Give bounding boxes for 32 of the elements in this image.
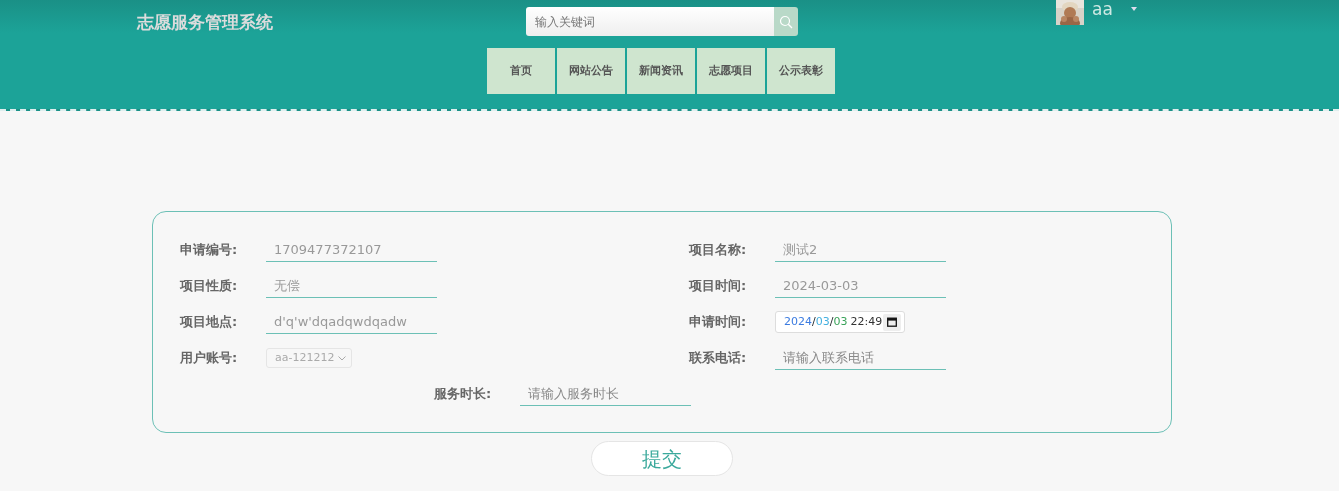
field-label: 用户账号:	[180, 349, 239, 368]
nav-link[interactable]: 首页	[487, 48, 555, 94]
input-field[interactable]: d'q'w'dqadqwdqadw	[266, 310, 437, 334]
field-label: 项目地点:	[180, 313, 239, 332]
site-title: 志愿服务管理系统	[137, 11, 273, 34]
submit-button[interactable]: 提交	[591, 441, 733, 476]
caret-icon[interactable]	[1130, 7, 1137, 11]
search-icon	[779, 14, 793, 29]
field-label: 项目时间:	[689, 277, 748, 296]
input-field[interactable]: 测试2	[775, 238, 946, 262]
nav-link[interactable]: 公示表彰	[767, 48, 835, 94]
nav-link[interactable]: 志愿项目	[697, 48, 765, 94]
input-field[interactable]: 请输入联系电话	[775, 346, 946, 370]
field-label: 项目名称:	[689, 241, 748, 260]
nav-link[interactable]: 网站公告	[557, 48, 625, 94]
field-label: 申请编号:	[180, 241, 239, 260]
search-field[interactable]: 输入关键词	[526, 7, 774, 36]
nav-link[interactable]: 新闻资讯	[627, 48, 695, 94]
chevron-icon	[338, 355, 347, 361]
field-label: 申请时间:	[689, 313, 748, 332]
field-label: 联系电话:	[689, 349, 748, 368]
input-field[interactable]: 无偿	[266, 274, 437, 298]
field-label: 项目性质:	[180, 277, 239, 296]
date-field[interactable]: 2024/03/03 22:49	[775, 311, 905, 333]
input-field[interactable]: 2024-03-03	[775, 274, 946, 298]
user-name[interactable]: aa	[1092, 0, 1113, 18]
calendar-icon[interactable]	[887, 317, 897, 327]
input-field[interactable]: 请输入服务时长	[520, 382, 691, 406]
select-field[interactable]: aa-121212	[266, 347, 353, 369]
search-button[interactable]	[774, 7, 798, 36]
input-field[interactable]: 1709477372107	[266, 238, 437, 262]
field-label: 服务时长:	[434, 385, 493, 404]
